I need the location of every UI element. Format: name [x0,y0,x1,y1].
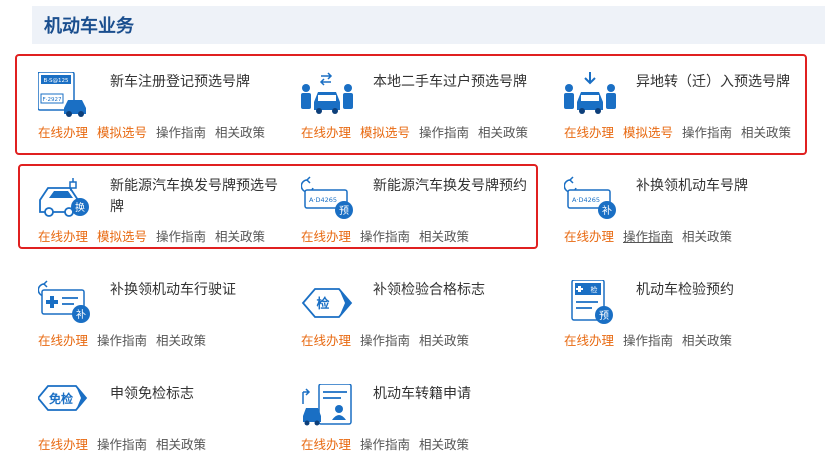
guide-link[interactable]: 操作指南 [97,333,147,348]
online-apply-link[interactable]: 在线办理 [301,229,351,244]
policy-link[interactable]: 相关政策 [156,437,206,452]
guide-link[interactable]: 操作指南 [156,229,206,244]
plate-reissue-icon: A·D4265 补 [563,176,616,222]
guide-link[interactable]: 操作指南 [419,125,469,140]
service-card-exemption-mark: 免检 申领免检标志 在线办理 操作指南 相关政策 [36,384,288,466]
badge-text: 检 [316,296,329,312]
inspection-appointment-icon: 检 预 [564,279,616,326]
online-apply-link[interactable]: 在线办理 [38,125,88,140]
badge-text: 补 [602,204,612,217]
service-card-registration-transfer: 机动车转籍申请 在线办理 操作指南 相关政策 [301,383,551,466]
service-card-inspection-mark: 检 补领检验合格标志 在线办理 操作指南 相关政策 [301,280,551,362]
policy-link[interactable]: 相关政策 [682,229,732,244]
online-apply-link[interactable]: 在线办理 [38,437,88,452]
license-reissue-icon: 补 [37,280,90,326]
ev-plate-appointment-icon: A·D4265 预 [300,176,353,222]
service-card-ev-preselect: 换 新能源汽车换发号牌预选号牌 在线办理 模拟选号 操作指南 相关政策 [38,176,288,258]
card-title: 机动车检验预约 [636,282,734,298]
card-links: 在线办理 操作指南 相关政策 [301,436,551,454]
card-links: 在线办理 操作指南 相关政策 [301,228,551,246]
service-card-new-car: B·S@125 F·2927 新车注册登记预选号牌 在线办理 模拟选号 操作指南 相关… [37,71,288,154]
guide-link[interactable]: 操作指南 [623,229,673,244]
online-apply-link[interactable]: 在线办理 [301,437,351,452]
card-title: 本地二手车过户预选号牌 [373,74,527,90]
plate-text: A·D4265 [572,196,600,204]
badge-text: 换 [75,201,85,214]
plate-text: A·D4265 [309,196,337,204]
new-car-plate-icon: B·S@125 F·2927 [37,71,90,118]
service-card-plate-reissue: A·D4265 补 补换领机动车号牌 在线办理 操作指南 相关政策 [563,176,814,258]
card-title: 新能源汽车换发号牌预约 [373,178,527,194]
policy-link[interactable]: 相关政策 [741,125,791,140]
service-card-license-reissue: 补 补换领机动车行驶证 在线办理 操作指南 相关政策 [37,280,288,362]
service-card-inspection-appointment: 检 预 机动车检验预约 在线办理 操作指南 相关政策 [564,279,814,362]
section-header: 机动车业务 [32,6,825,44]
online-apply-link[interactable]: 在线办理 [564,229,614,244]
online-apply-link[interactable]: 在线办理 [301,333,351,348]
guide-link[interactable]: 操作指南 [156,125,206,140]
card-title: 补换领机动车行驶证 [110,282,236,298]
used-car-transfer-icon [301,72,353,118]
badge-text: 补 [76,308,86,321]
card-links: 在线办理 操作指南 相关政策 [301,332,551,350]
guide-link[interactable]: 操作指南 [623,333,673,348]
simulate-select-link[interactable]: 模拟选号 [623,125,673,140]
guide-link[interactable]: 操作指南 [682,125,732,140]
policy-link[interactable]: 相关政策 [419,437,469,452]
online-apply-link[interactable]: 在线办理 [301,125,351,140]
svg-text:B·S@125: B·S@125 [43,78,69,84]
section-title: 机动车业务 [44,16,134,37]
registration-transfer-icon [301,383,353,430]
guide-link[interactable]: 操作指南 [97,437,147,452]
online-apply-link[interactable]: 在线办理 [564,333,614,348]
service-card-ev-appointment: A·D4265 预 新能源汽车换发号牌预约 在线办理 操作指南 相关政策 [300,176,551,258]
service-card-used-car: 本地二手车过户预选号牌 在线办理 模拟选号 操作指南 相关政策 [301,72,551,154]
inspection-mark-icon: 检 [301,280,353,326]
ev-plate-replace-icon: 换 [38,176,90,222]
svg-text:F·2927: F·2927 [43,97,62,103]
policy-link[interactable]: 相关政策 [156,333,206,348]
badge-text: 预 [339,205,349,217]
card-title: 申领免检标志 [110,386,194,402]
online-apply-link[interactable]: 在线办理 [564,125,614,140]
card-title: 新车注册登记预选号牌 [110,74,250,90]
guide-link[interactable]: 操作指南 [360,437,410,452]
card-links: 在线办理 模拟选号 操作指南 相关政策 [564,124,814,142]
card-title: 异地转（迁）入预选号牌 [636,74,790,90]
card-links: 在线办理 模拟选号 操作指南 相关政策 [38,228,288,246]
policy-link[interactable]: 相关政策 [478,125,528,140]
policy-link[interactable]: 相关政策 [215,125,265,140]
card-title: 补换领机动车号牌 [636,178,748,194]
badge2-text: 检 [591,285,598,294]
policy-link[interactable]: 相关政策 [682,333,732,348]
exemption-mark-icon: 免检 [36,384,90,430]
badge-text: 预 [599,310,609,322]
card-links: 在线办理 模拟选号 操作指南 相关政策 [301,124,551,142]
card-links: 在线办理 操作指南 相关政策 [38,332,288,350]
card-title: 补领检验合格标志 [373,282,485,298]
simulate-select-link[interactable]: 模拟选号 [97,229,147,244]
simulate-select-link[interactable]: 模拟选号 [360,125,410,140]
card-links: 在线办理 操作指南 相关政策 [564,228,814,246]
badge-text: 免检 [49,391,73,406]
card-title: 机动车转籍申请 [373,386,471,402]
guide-link[interactable]: 操作指南 [360,333,410,348]
card-links: 在线办理 模拟选号 操作指南 相关政策 [38,124,288,142]
policy-link[interactable]: 相关政策 [215,229,265,244]
transfer-in-icon [564,72,616,118]
online-apply-link[interactable]: 在线办理 [38,333,88,348]
card-links: 在线办理 操作指南 相关政策 [38,436,288,454]
policy-link[interactable]: 相关政策 [419,333,469,348]
policy-link[interactable]: 相关政策 [419,229,469,244]
service-card-transfer-in: 异地转（迁）入预选号牌 在线办理 模拟选号 操作指南 相关政策 [564,72,814,154]
card-links: 在线办理 操作指南 相关政策 [564,332,814,350]
simulate-select-link[interactable]: 模拟选号 [97,125,147,140]
guide-link[interactable]: 操作指南 [360,229,410,244]
online-apply-link[interactable]: 在线办理 [38,229,88,244]
card-title: 新能源汽车换发号牌预选号牌 [110,178,278,215]
